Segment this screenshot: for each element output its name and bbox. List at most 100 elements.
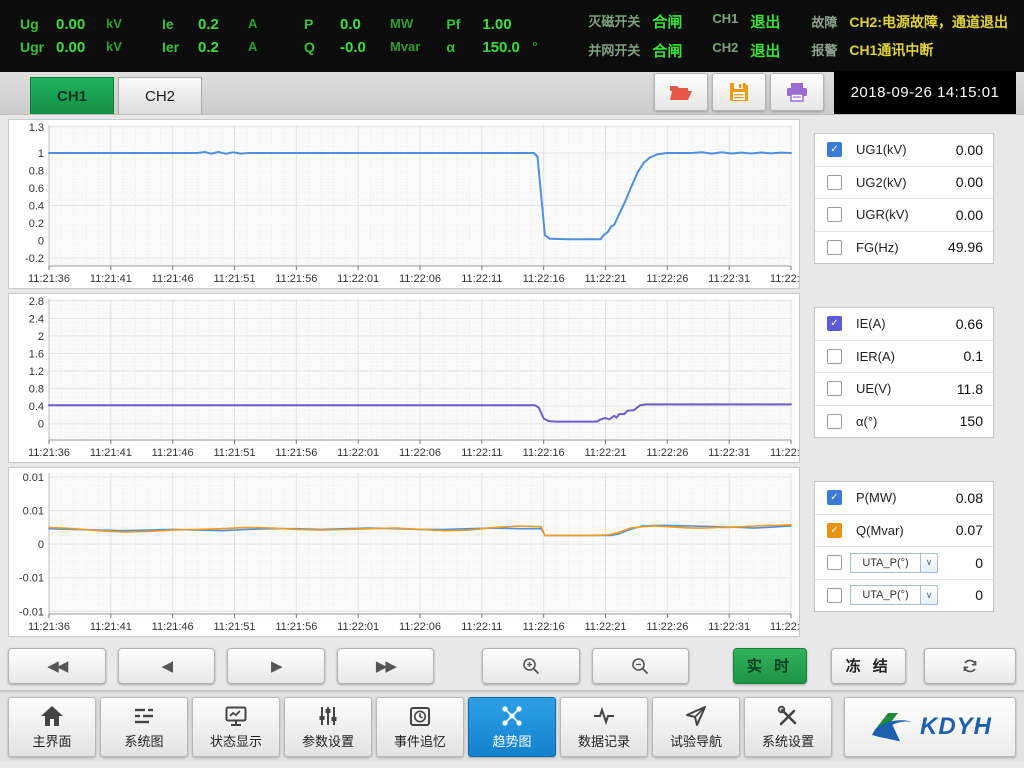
nav-item-系统设置[interactable]: 系统设置 — [744, 697, 832, 757]
trend-chart-svg-1: 1.310.80.60.40.20-0.211:21:3611:21:4111:… — [9, 120, 799, 288]
legend-checkbox[interactable] — [827, 588, 842, 603]
measurement-group-4: Pf1.00α150.0° — [446, 16, 562, 56]
svg-text:11:21:41: 11:21:41 — [90, 447, 132, 459]
zoom-in-button[interactable] — [482, 648, 580, 684]
svg-text:0: 0 — [38, 539, 44, 551]
trend-chart-svg-3: 0.010.010-0.01-0.0111:21:3611:21:4111:21… — [9, 468, 799, 636]
legend-value: 0.00 — [956, 142, 983, 158]
measurement-value: 0.2 — [198, 16, 238, 33]
nav-item-事件追忆[interactable]: 事件追忆 — [376, 697, 464, 757]
open-file-button[interactable] — [654, 73, 708, 111]
nav-item-主界面[interactable]: 主界面 — [8, 697, 96, 757]
legend-checkbox[interactable] — [827, 240, 842, 255]
switch-value: 合闸 — [652, 40, 682, 61]
measurement-value: -0.0 — [340, 39, 380, 56]
trend-chart-1[interactable]: 1.310.80.60.40.20-0.211:21:3611:21:4111:… — [8, 119, 800, 289]
svg-text:2.4: 2.4 — [29, 313, 44, 325]
svg-text:11:21:46: 11:21:46 — [152, 447, 194, 459]
legend-checkbox[interactable]: ✓ — [827, 316, 842, 331]
alert-label: 报警 — [811, 40, 837, 60]
nav-item-label: 事件追忆 — [394, 731, 446, 750]
svg-text:0: 0 — [38, 236, 44, 248]
svg-text:11:21:36: 11:21:36 — [28, 273, 70, 285]
zoom-out-button[interactable] — [592, 648, 690, 684]
save-button[interactable] — [712, 73, 766, 111]
step-forward-button[interactable]: ▶ — [227, 648, 325, 684]
trend-chart-icon — [500, 703, 524, 729]
measurements: Ug0.00kVUgr0.00kVIe0.2AIer0.2AP0.0MWQ-0.… — [20, 16, 588, 56]
brand-logo[interactable]: KDYH — [844, 697, 1016, 757]
nav-item-参数设置[interactable]: 参数设置 — [284, 697, 372, 757]
measurement-label: Pf — [446, 16, 472, 33]
fast-forward-button[interactable]: ▶▶ — [337, 648, 435, 684]
refresh-button[interactable] — [924, 648, 1016, 684]
channel-value: 退出 — [750, 11, 780, 32]
svg-text:11:22:01: 11:22:01 — [337, 273, 379, 285]
svg-text:11:22:16: 11:22:16 — [523, 447, 565, 459]
legend-row: UE(V)11.8 — [815, 372, 993, 405]
legend-dropdown[interactable]: UTA_P(°)∨ — [850, 585, 938, 605]
svg-text:11:22:16: 11:22:16 — [523, 621, 565, 633]
legend-checkbox[interactable] — [827, 414, 842, 429]
rewind-button[interactable]: ◀◀ — [8, 648, 106, 684]
legend-checkbox[interactable]: ✓ — [827, 523, 842, 538]
nav-item-label: 状态显示 — [210, 731, 262, 750]
legend-label: IE(A) — [856, 316, 886, 331]
svg-text:11:21:56: 11:21:56 — [275, 273, 317, 285]
realtime-button[interactable]: 实 时 — [733, 648, 807, 684]
legend-value: 0.1 — [964, 348, 983, 364]
test-navigation-icon — [684, 703, 708, 729]
nav-item-趋势图[interactable]: 趋势图 — [468, 697, 556, 757]
print-button[interactable] — [770, 73, 824, 111]
svg-text:11:22:16: 11:22:16 — [523, 273, 565, 285]
legend-panel-2: ✓IE(A)0.66IER(A)0.1UE(V)11.8α(°)150 — [814, 307, 994, 438]
measurement-unit — [532, 16, 562, 33]
svg-text:11:22:21: 11:22:21 — [584, 447, 626, 459]
legend-checkbox[interactable]: ✓ — [827, 142, 842, 157]
step-back-button[interactable]: ◀ — [118, 648, 216, 684]
legend-checkbox[interactable] — [827, 555, 842, 570]
legend-row: UTA_P(°)∨0 — [815, 579, 993, 612]
bottom-nav: 主界面系统图状态显示 参数设置事件追忆 趋势图 数据记录试验导航 系统设置 KDYH — [0, 691, 1024, 761]
chevron-down-icon[interactable]: ∨ — [920, 554, 937, 572]
freeze-button[interactable]: 冻 结 — [831, 648, 907, 684]
legend-checkbox[interactable] — [827, 381, 842, 396]
nav-item-状态显示[interactable]: 状态显示 — [192, 697, 280, 757]
tab-ch1[interactable]: CH1 — [30, 77, 114, 114]
nav-item-试验导航[interactable]: 试验导航 — [652, 697, 740, 757]
svg-text:11:21:46: 11:21:46 — [152, 621, 194, 633]
legend-value: 0.00 — [956, 207, 983, 223]
svg-text:0: 0 — [38, 419, 44, 431]
legend-row: UTA_P(°)∨0 — [815, 546, 993, 579]
svg-text:11:22:21: 11:22:21 — [584, 621, 626, 633]
measurement-label: Ugr — [20, 39, 46, 56]
legend-checkbox[interactable]: ✓ — [827, 490, 842, 505]
svg-text:11:22:31: 11:22:31 — [708, 273, 750, 285]
nav-item-label: 试验导航 — [670, 731, 722, 750]
legend-panel-3: ✓P(MW)0.08✓Q(Mvar)0.07UTA_P(°)∨0UTA_P(°)… — [814, 481, 994, 612]
svg-text:11:21:36: 11:21:36 — [28, 447, 70, 459]
legend-row: UG2(kV)0.00 — [815, 166, 993, 199]
nav-item-系统图[interactable]: 系统图 — [100, 697, 188, 757]
svg-text:11:21:36: 11:21:36 — [28, 621, 70, 633]
legend-row: FG(Hz)49.96 — [815, 231, 993, 264]
tab-ch2[interactable]: CH2 — [118, 77, 202, 114]
svg-text:1: 1 — [38, 148, 44, 160]
svg-text:-0.2: -0.2 — [25, 253, 44, 265]
legend-label: UGR(kV) — [856, 207, 909, 222]
legend-row: ✓Q(Mvar)0.07 — [815, 514, 993, 547]
status-display-icon — [224, 703, 248, 729]
chevron-down-icon[interactable]: ∨ — [920, 586, 937, 604]
nav-item-数据记录[interactable]: 数据记录 — [560, 697, 648, 757]
svg-text:2.8: 2.8 — [29, 296, 44, 308]
trend-chart-3[interactable]: 0.010.010-0.01-0.0111:21:3611:21:4111:21… — [8, 467, 800, 637]
nav-item-label: 趋势图 — [492, 731, 531, 750]
trend-chart-2[interactable]: 2.82.421.61.20.80.4011:21:3611:21:4111:2… — [8, 293, 800, 463]
legend-checkbox[interactable] — [827, 175, 842, 190]
legend-checkbox[interactable] — [827, 349, 842, 364]
measurement-group-2: Ie0.2AIer0.2A — [162, 16, 278, 56]
measurement-label: Ug — [20, 16, 46, 33]
legend-checkbox[interactable] — [827, 207, 842, 222]
legend-dropdown[interactable]: UTA_P(°)∨ — [850, 553, 938, 573]
datetime-display: 2018-09-26 14:15:01 — [834, 71, 1016, 114]
